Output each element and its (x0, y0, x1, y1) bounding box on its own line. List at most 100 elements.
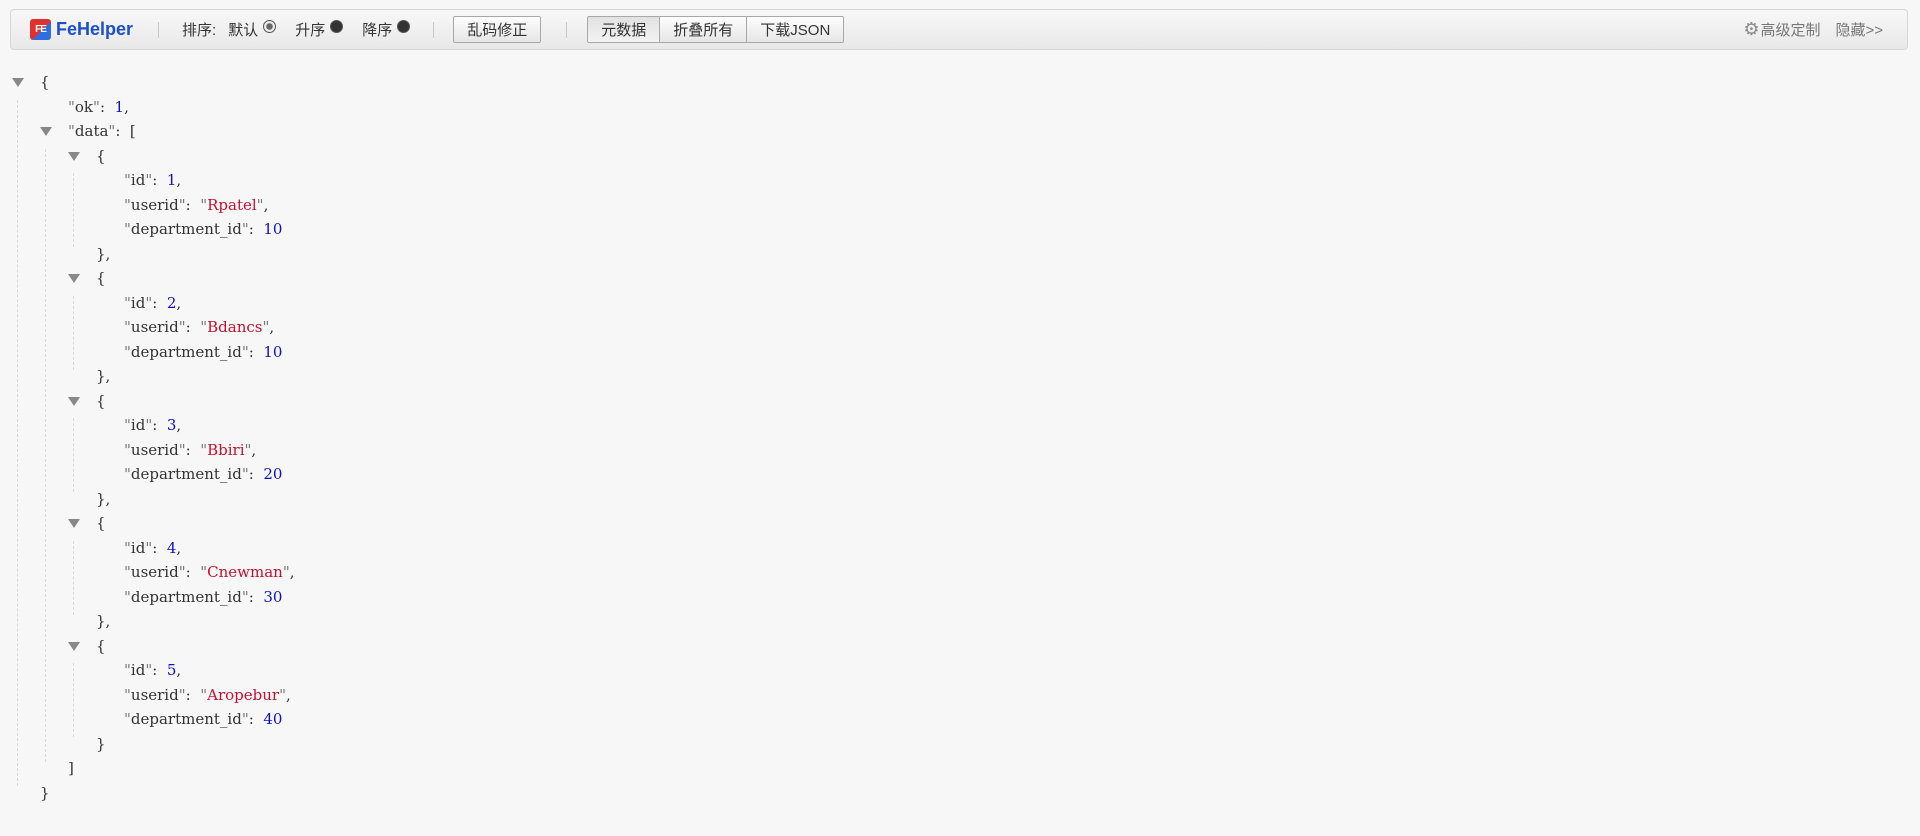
json-key: department_id (130, 587, 242, 606)
colon: : (248, 342, 264, 361)
meta-data-button[interactable]: 元数据 (587, 16, 661, 43)
fehelper-logo[interactable]: FE FeHelper (30, 18, 133, 42)
json-key: id (130, 538, 146, 557)
sort-option-asc[interactable]: 升序 (295, 19, 344, 40)
colon: : (152, 538, 167, 557)
key-quote: " (93, 97, 100, 116)
logo-text: FeHelper (56, 19, 134, 39)
open-bracket: [ (129, 122, 136, 140)
toolbar-divider (433, 21, 435, 38)
json-property: "id": 5, (124, 658, 181, 682)
collapse-triangle-icon[interactable] (68, 274, 80, 283)
json-object-close: }, (96, 364, 110, 388)
colon: : (185, 563, 201, 581)
json-number-value: 4 (166, 538, 177, 557)
sort-option-label: 升序 (295, 22, 326, 39)
json-number-value: 40 (263, 710, 283, 728)
colon: : (185, 318, 201, 336)
sort-asc-radio[interactable] (330, 20, 344, 33)
comma: , (176, 171, 182, 189)
json-object-close: } (40, 781, 50, 805)
json-array-open: "data": [ (68, 119, 136, 143)
indent-guide (73, 295, 74, 370)
comma: , (285, 685, 291, 704)
json-number-value: 10 (263, 342, 283, 361)
json-string-value: Bbiri (207, 440, 245, 459)
colon: : (152, 661, 167, 679)
colon: : (248, 465, 264, 483)
collapse-triangle-icon[interactable] (68, 396, 80, 406)
json-key: ok (74, 97, 94, 116)
fehelper-logo-icon: FE (30, 19, 51, 40)
comma: , (176, 416, 182, 434)
key-quote: " (178, 318, 186, 336)
json-property: "userid": "Bbiri", (124, 438, 256, 462)
fix-encoding-button[interactable]: 乱码修正 (453, 16, 542, 43)
collapse-triangle-icon[interactable] (68, 519, 80, 528)
json-key: data (74, 122, 109, 140)
key-quote: " (241, 465, 249, 483)
json-object-close: } (96, 732, 106, 756)
string-quote: " (256, 195, 264, 214)
key-quote: " (124, 416, 131, 434)
json-object-open: { (40, 70, 50, 94)
sort-option-desc[interactable]: 降序 (362, 19, 411, 40)
close-bracket: ] (68, 759, 74, 777)
download-json-button[interactable]: 下载JSON (746, 16, 845, 43)
close-bracket: } (96, 734, 106, 753)
colon: : (185, 195, 201, 214)
comma: , (263, 195, 269, 214)
sort-option-default[interactable]: 默认 (228, 19, 277, 40)
json-property: "department_id": 30 (124, 585, 282, 609)
key-quote: " (124, 710, 131, 728)
json-object-close: }, (96, 609, 110, 633)
colon: : (248, 587, 264, 606)
json-key: id (130, 661, 146, 679)
close-bracket: }, (96, 612, 111, 630)
json-key: department_id (130, 710, 242, 728)
json-key: userid (130, 440, 179, 459)
colon: : (185, 685, 201, 704)
collapse-triangle-icon[interactable] (12, 78, 24, 87)
key-quote: " (241, 587, 249, 606)
json-string-value: Aropebur (207, 685, 280, 704)
gear-icon[interactable]: ⚙ (1743, 19, 1759, 40)
json-object-close: }, (96, 242, 110, 266)
colon: : (115, 122, 130, 140)
colon: : (248, 710, 264, 728)
json-key: department_id (130, 342, 242, 361)
comma: , (176, 538, 182, 557)
json-number-value: 3 (166, 416, 177, 434)
string-quote: " (282, 563, 290, 581)
key-quote: " (124, 195, 131, 214)
json-property: "id": 4, (124, 536, 181, 560)
collapse-triangle-icon[interactable] (40, 127, 52, 136)
comma: , (176, 661, 182, 679)
toolbar-divider (566, 21, 568, 38)
json-property: "id": 3, (124, 413, 181, 437)
json-property: "userid": "Rpatel", (124, 193, 268, 217)
sort-desc-radio[interactable] (397, 20, 411, 33)
key-quote: " (241, 342, 249, 361)
key-quote: " (241, 710, 249, 728)
json-number-value: 10 (263, 220, 283, 238)
key-quote: " (178, 195, 186, 214)
indent-guide (73, 540, 74, 615)
collapse-triangle-icon[interactable] (68, 151, 80, 161)
collapse-all-button[interactable]: 折叠所有 (659, 16, 748, 43)
json-number-value: 2 (166, 293, 177, 312)
advanced-settings-link[interactable]: 高级定制 (1760, 19, 1820, 40)
open-bracket: { (96, 146, 106, 165)
json-property: "userid": "Aropebur", (124, 683, 291, 707)
hide-toolbar-link[interactable]: 隐藏>> (1835, 19, 1883, 40)
sort-default-radio[interactable] (263, 20, 277, 33)
fehelper-toolbar: FE FeHelper 排序: 默认 升序 降序 乱码修正 元数据 折叠所有 下… (10, 9, 1908, 50)
json-property: "id": 2, (124, 291, 181, 315)
open-bracket: { (96, 391, 106, 410)
key-quote: " (124, 563, 131, 581)
indent-guide (73, 418, 74, 493)
indent-guide (45, 148, 46, 762)
key-quote: " (124, 685, 131, 704)
json-key: department_id (130, 465, 242, 483)
collapse-triangle-icon[interactable] (68, 641, 80, 651)
